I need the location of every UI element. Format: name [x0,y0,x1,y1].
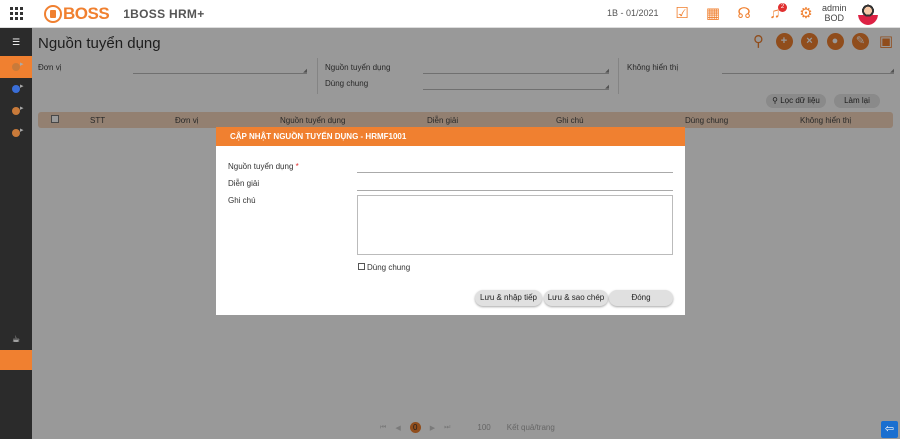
top-icons: ☑ ▦ ☊ ♫ 2 ⚙ [672,3,827,24]
update-dialog: CẬP NHẬT NGUỒN TUYỂN DỤNG - HRMF1001 Ngu… [216,127,685,315]
label-source-text: Nguồn tuyển dụng [228,162,294,171]
bell-icon[interactable]: ♫ 2 [765,3,787,24]
sidebar: ☰ ☕ [0,28,32,439]
sidebar-item-1[interactable] [0,56,32,78]
module-icon [12,126,24,137]
required-mark: * [295,162,299,171]
logo-mark-icon [44,4,62,23]
sidebar-item-bottom[interactable] [0,350,32,370]
module-icon [12,104,24,115]
label-source: Nguồn tuyển dụng * [228,162,299,171]
source-input[interactable] [357,172,673,173]
logo: BOSS [44,3,110,24]
sidebar-item-2[interactable] [0,78,32,100]
label-description: Diễn giải [228,179,260,188]
logout-icon[interactable]: ⇦ [881,421,898,438]
module-icon [12,60,24,71]
shared-label: Dùng chung [367,263,411,272]
save-next-button[interactable]: Lưu & nhập tiếp [475,290,542,306]
module-icon [12,82,24,93]
avatar[interactable] [858,3,878,25]
sidebar-menu-icon[interactable]: ☰ [0,28,32,56]
user-role: BOD [824,13,845,23]
logo-text: BOSS [63,3,110,23]
sidebar-item-3[interactable] [0,100,32,122]
app-name: 1BOSS HRM+ [123,6,205,21]
sidebar-item-coffee[interactable]: ☕ [0,328,32,350]
sidebar-item-4[interactable] [0,122,32,144]
description-input[interactable] [357,190,673,191]
label-note: Ghi chú [228,196,256,205]
save-copy-button[interactable]: Lưu & sao chép [544,290,608,306]
task-icon[interactable]: ☑ [672,4,692,24]
app-grid-icon[interactable] [0,0,32,28]
headset-icon[interactable]: ☊ [734,4,754,24]
period-selector[interactable]: 1B - 01/2021 [607,8,659,18]
shared-checkbox[interactable] [358,263,365,270]
dialog-title: CẬP NHẬT NGUỒN TUYỂN DỤNG - HRMF1001 [216,127,685,146]
user-info[interactable]: admin BOD [822,3,847,23]
close-button[interactable]: Đóng [609,290,673,306]
calendar-icon[interactable]: ▦ [703,4,723,24]
user-name: admin [822,3,847,13]
gear-icon[interactable]: ⚙ [796,4,816,24]
notification-badge: 2 [778,3,787,12]
note-textarea[interactable] [357,195,673,255]
